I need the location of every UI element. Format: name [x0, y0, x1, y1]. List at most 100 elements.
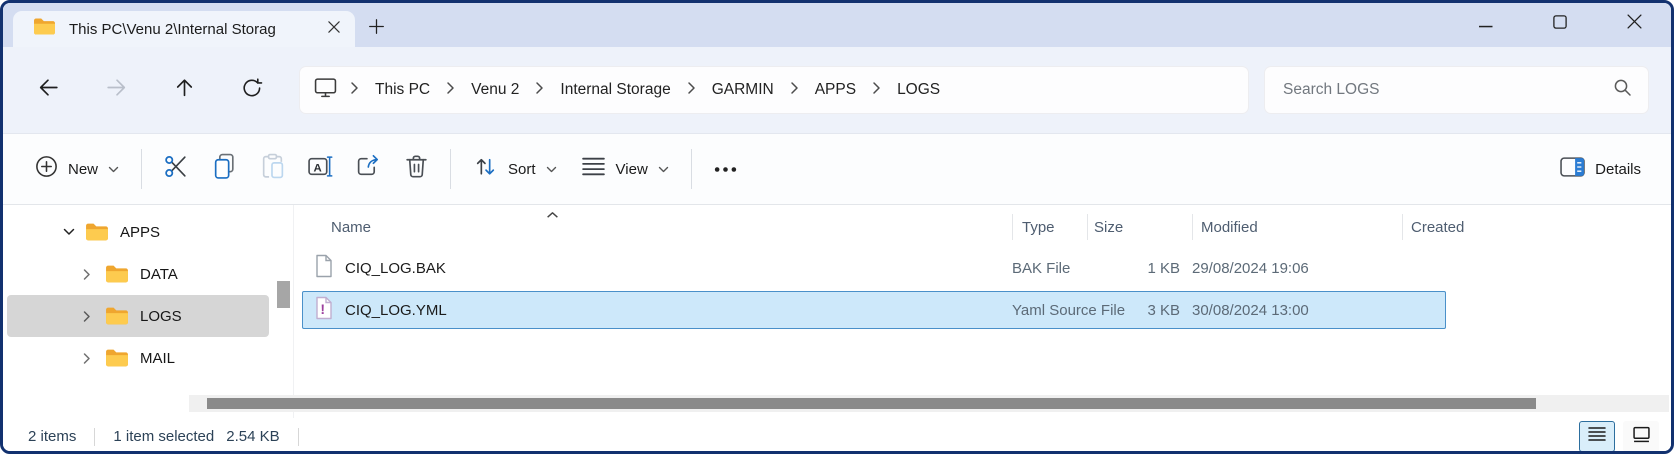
sidebar-item-mail[interactable]: MAIL [7, 337, 269, 379]
details-pane-button[interactable]: Details [1548, 145, 1653, 193]
column-header-modified[interactable]: Modified [1201, 219, 1402, 236]
breadcrumb-this-pc[interactable]: This PC [372, 79, 433, 101]
command-toolbar: New A Sort View [3, 133, 1671, 205]
search-icon [1613, 78, 1632, 102]
column-header-created[interactable]: Created [1411, 219, 1671, 236]
plus-icon [368, 18, 385, 40]
sidebar-scrollbar-thumb[interactable] [277, 281, 290, 308]
column-header-name[interactable]: Name [331, 219, 1012, 236]
file-row-ciq-log-yml[interactable]: ! CIQ_LOG.YML Yaml Source File 3 KB 30/0… [302, 291, 1446, 329]
file-type: BAK File [1012, 260, 1087, 277]
clipboard-paste-icon [260, 153, 285, 185]
scissors-icon [163, 153, 190, 185]
explorer-tab[interactable]: This PC\Venu 2\Internal Storag [13, 11, 355, 47]
column-divider[interactable] [1012, 214, 1013, 240]
breadcrumb-logs[interactable]: LOGS [894, 79, 943, 101]
breadcrumb-venu-2[interactable]: Venu 2 [468, 79, 522, 101]
folder-icon [33, 17, 56, 41]
close-window-button[interactable] [1597, 3, 1671, 45]
toolbar-separator [450, 149, 451, 189]
breadcrumb-internal-storage[interactable]: Internal Storage [557, 79, 673, 101]
breadcrumb-garmin[interactable]: GARMIN [709, 79, 777, 101]
sidebar-item-logs[interactable]: LOGS [7, 295, 269, 337]
chevron-down-icon[interactable] [63, 228, 85, 236]
sort-button[interactable]: Sort [461, 145, 569, 193]
maximize-icon [1553, 15, 1567, 34]
new-button[interactable]: New [23, 145, 131, 193]
sidebar-item-data[interactable]: DATA [7, 253, 269, 295]
close-icon [1627, 14, 1642, 34]
search-input[interactable] [1281, 80, 1613, 100]
new-button-label: New [68, 161, 98, 178]
large-icons-view-button[interactable] [1623, 421, 1659, 452]
file-row-ciq-log-bak[interactable]: CIQ_LOG.BAK BAK File 1 KB 29/08/2024 19:… [302, 249, 1446, 287]
chevron-right-icon[interactable] [83, 310, 105, 323]
back-button[interactable] [27, 69, 69, 111]
selection-size: 2.54 KB [226, 428, 279, 445]
minimize-icon [1479, 15, 1493, 33]
address-bar[interactable]: This PC Venu 2 Internal Storage GARMIN A… [299, 66, 1249, 114]
file-type: Yaml Source File [1012, 302, 1087, 319]
copy-button[interactable] [200, 147, 248, 191]
file-name: CIQ_LOG.YML [345, 302, 447, 319]
up-arrow-icon [172, 75, 197, 105]
file-name: CIQ_LOG.BAK [345, 260, 446, 277]
up-button[interactable] [163, 69, 205, 111]
delete-button[interactable] [392, 147, 440, 191]
folder-icon [105, 348, 129, 368]
window-caption-buttons [1449, 3, 1671, 45]
forward-button[interactable] [95, 69, 137, 111]
share-button[interactable] [344, 147, 392, 191]
more-options-button[interactable] [702, 147, 750, 191]
details-pane-icon [1560, 157, 1585, 182]
chevron-right-icon [446, 81, 455, 100]
breadcrumb-apps[interactable]: APPS [812, 79, 859, 101]
this-pc-icon [314, 77, 337, 103]
rename-button[interactable]: A [296, 147, 344, 191]
column-divider[interactable] [1192, 214, 1193, 240]
view-button-label: View [616, 161, 648, 178]
main-content: APPS DATA LOGS MAIL Name [3, 205, 1671, 418]
chevron-right-icon [790, 81, 799, 100]
status-divider [298, 428, 299, 446]
folder-icon [85, 222, 109, 242]
horizontal-scrollbar-thumb[interactable] [207, 398, 1536, 409]
sort-icon [473, 154, 498, 184]
yaml-file-icon: ! [314, 296, 334, 324]
sidebar-item-apps[interactable]: APPS [7, 211, 269, 253]
cut-button[interactable] [152, 147, 200, 191]
ellipsis-icon [714, 160, 737, 178]
trash-icon [405, 154, 428, 184]
details-view-button[interactable] [1579, 421, 1615, 452]
view-button[interactable]: View [569, 145, 681, 193]
paste-button[interactable] [248, 147, 296, 191]
column-divider[interactable] [1402, 214, 1403, 240]
sidebar-item-label: MAIL [140, 350, 175, 367]
selection-count: 1 item selected [113, 428, 214, 445]
copy-icon [212, 153, 237, 185]
column-headers: Name Type Size Modified Created [294, 205, 1671, 249]
refresh-button[interactable] [231, 69, 273, 111]
new-tab-button[interactable] [355, 11, 397, 47]
column-header-type[interactable]: Type [1022, 219, 1087, 236]
file-modified: 29/08/2024 19:06 [1192, 260, 1402, 277]
folder-icon [105, 264, 129, 284]
column-header-size[interactable]: Size [1094, 219, 1192, 236]
details-view-icon [1588, 426, 1606, 447]
horizontal-scrollbar-track[interactable] [189, 395, 1669, 412]
maximize-button[interactable] [1523, 3, 1597, 45]
column-divider[interactable] [1087, 214, 1088, 240]
chevron-right-icon[interactable] [83, 268, 105, 281]
chevron-right-icon[interactable] [83, 352, 105, 365]
chevron-right-icon [687, 81, 696, 100]
sidebar-item-label: LOGS [140, 308, 182, 325]
minimize-button[interactable] [1449, 3, 1523, 45]
forward-arrow-icon [104, 75, 129, 105]
sort-ascending-icon [546, 206, 559, 224]
view-toggle-group [1579, 421, 1659, 452]
chevron-down-icon [658, 160, 669, 178]
tab-close-button[interactable] [321, 16, 347, 42]
chevron-right-icon [872, 81, 881, 100]
back-arrow-icon [36, 75, 61, 105]
file-explorer-window: This PC\Venu 2\Internal Storag [0, 0, 1674, 454]
